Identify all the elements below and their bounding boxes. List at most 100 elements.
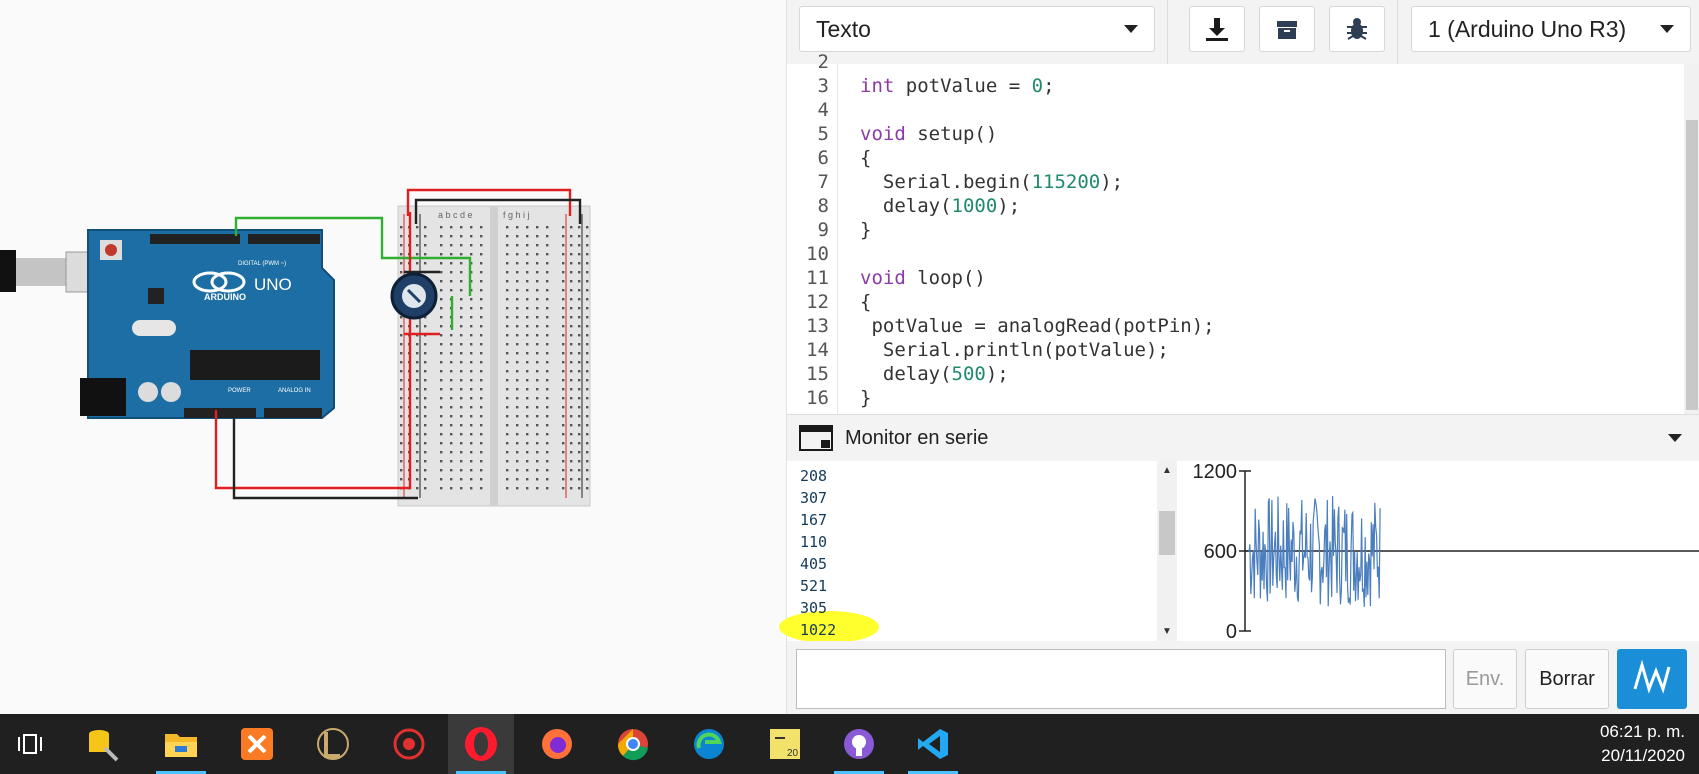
serial-output-line: 110 <box>800 533 828 551</box>
debugger-button[interactable] <box>1329 6 1385 52</box>
code-line[interactable]: Serial.begin(115200); <box>860 170 1123 194</box>
serial-input[interactable] <box>796 649 1446 709</box>
vscode-button[interactable] <box>900 714 966 774</box>
plotter-toggle-button[interactable] <box>1617 649 1687 709</box>
firefox-button[interactable] <box>524 714 590 774</box>
send-button[interactable]: Env. <box>1453 649 1517 709</box>
library-button[interactable] <box>1259 6 1315 52</box>
editor-toolbar: Texto 1 (Arduino Uno R3) <box>787 0 1699 65</box>
gaming-app-button[interactable] <box>376 714 442 774</box>
code-panel: Texto 1 (Arduino Uno R3) 2 3 4 5 6 7 8 9 10 11 12… <box>779 0 1699 714</box>
firefox-icon <box>542 729 572 759</box>
toolbar-divider <box>1167 0 1168 64</box>
line-number: 6 <box>817 147 829 169</box>
sql-tool-icon <box>89 730 119 762</box>
sql-tool-button[interactable] <box>70 714 136 774</box>
vscode-icon <box>918 729 948 759</box>
gaming-app-icon <box>393 728 425 760</box>
chrome-button[interactable] <box>600 714 666 774</box>
bug-icon <box>1347 18 1367 40</box>
code-line[interactable]: } <box>860 386 871 410</box>
serial-output-line: 167 <box>800 511 828 529</box>
github-button[interactable] <box>826 714 892 774</box>
clear-button[interactable]: Borrar <box>1525 649 1609 709</box>
windows-taskbar: 20 06:21 p. m. 20/11/2020 <box>0 714 1699 774</box>
potentiometer[interactable] <box>390 272 438 320</box>
serial-output-line: 307 <box>800 489 828 507</box>
line-number-gutter: 2 3 4 5 6 7 8 9 10 11 12 13 14 15 16 <box>787 51 838 414</box>
line-number: 9 <box>817 219 829 241</box>
league-icon <box>317 728 349 760</box>
window-icon <box>799 425 833 451</box>
line-number: 12 <box>806 291 829 313</box>
device-dropdown[interactable]: 1 (Arduino Uno R3) <box>1411 6 1691 52</box>
serial-output[interactable]: 208 307 167 110 405 521 305 1022 <box>779 461 1157 643</box>
breadboard-cols-right: f g h i j <box>503 210 530 220</box>
breadboard[interactable]: a b c d e f g h i j <box>397 205 591 507</box>
circuit-drawing[interactable]: ARDUINO UNO DIGITAL (PWM ~) POWER ANALOG… <box>0 0 786 714</box>
line-number: 8 <box>817 195 829 217</box>
arduino-uno-board[interactable]: ARDUINO UNO DIGITAL (PWM ~) POWER ANALOG… <box>80 229 335 419</box>
line-number: 7 <box>817 171 829 193</box>
line-number: 14 <box>806 339 829 361</box>
toolbar-divider <box>1397 0 1398 64</box>
scrollbar-thumb[interactable] <box>1686 120 1698 410</box>
edge-button[interactable] <box>676 714 742 774</box>
device-dropdown-value: 1 (Arduino Uno R3) <box>1428 15 1627 42</box>
svg-text:20: 20 <box>787 748 799 759</box>
scrollbar-thumb[interactable] <box>1159 511 1175 555</box>
power-header-label: POWER <box>228 388 251 394</box>
serial-output-scrollbar[interactable]: ▲ ▼ <box>1157 461 1177 641</box>
serial-output-line: 305 <box>800 599 828 617</box>
clock-date: 20/11/2020 <box>1601 746 1685 765</box>
code-line[interactable]: void loop() <box>860 266 986 290</box>
line-number: 4 <box>817 99 829 121</box>
clock-time: 06:21 p. m. <box>1599 722 1685 741</box>
chevron-down-icon[interactable] <box>1668 434 1682 442</box>
plot-tick-label: 0 <box>1226 621 1237 641</box>
code-line[interactable]: potValue = analogRead(potPin); <box>860 314 1214 338</box>
plot-tick-label: 600 <box>1204 541 1237 563</box>
code-line[interactable]: void setup() <box>860 122 997 146</box>
scroll-up-icon[interactable]: ▲ <box>1162 465 1172 476</box>
code-line[interactable]: delay(1000); <box>860 194 1020 218</box>
circuit-canvas[interactable]: ARDUINO UNO DIGITAL (PWM ~) POWER ANALOG… <box>0 0 786 714</box>
code-line[interactable]: int potValue = 0; <box>860 74 1055 98</box>
line-number: 11 <box>806 267 829 289</box>
line-number: 13 <box>806 315 829 337</box>
usb-cable <box>0 250 16 292</box>
waveform-icon <box>1633 659 1671 694</box>
system-clock[interactable]: 06:21 p. m. 20/11/2020 <box>1600 720 1685 768</box>
serial-monitor-title: Monitor en serie <box>845 426 989 449</box>
code-line[interactable]: { <box>860 290 871 314</box>
line-number: 15 <box>806 363 829 385</box>
line-number: 3 <box>817 75 829 97</box>
code-line[interactable]: delay(500); <box>860 362 1009 386</box>
labview-icon: 20 <box>770 729 800 759</box>
editor-scrollbar[interactable] <box>1684 64 1699 414</box>
xampp-button[interactable] <box>224 714 290 774</box>
mode-dropdown[interactable]: Texto <box>799 6 1155 52</box>
scroll-down-icon[interactable]: ▼ <box>1162 626 1172 637</box>
code-line[interactable]: Serial.println(potValue); <box>860 338 1169 362</box>
arduino-model-text: UNO <box>254 275 292 294</box>
serial-output-line-highlighted: 1022 <box>800 621 837 639</box>
serial-monitor-header[interactable]: Monitor en serie <box>787 414 1699 462</box>
code-editor[interactable]: 2 3 4 5 6 7 8 9 10 11 12 13 14 15 16 int potValue = 0… <box>787 51 1699 414</box>
task-view-button[interactable] <box>0 714 60 774</box>
opera-button[interactable] <box>448 714 514 774</box>
arduino-logo-text: ARDUINO <box>204 292 246 302</box>
line-number: 2 <box>817 51 829 73</box>
code-line[interactable]: { <box>860 146 871 170</box>
labview-button[interactable]: 20 <box>752 714 818 774</box>
file-explorer-button[interactable] <box>148 714 214 774</box>
usb-plug <box>16 258 66 286</box>
github-icon <box>844 729 874 759</box>
code-line[interactable]: } <box>860 218 871 242</box>
serial-output-line: 208 <box>800 467 828 485</box>
mode-dropdown-value: Texto <box>816 15 871 42</box>
download-button[interactable] <box>1189 6 1245 52</box>
edge-icon <box>694 729 724 759</box>
xampp-icon <box>241 728 273 760</box>
league-button[interactable] <box>300 714 366 774</box>
